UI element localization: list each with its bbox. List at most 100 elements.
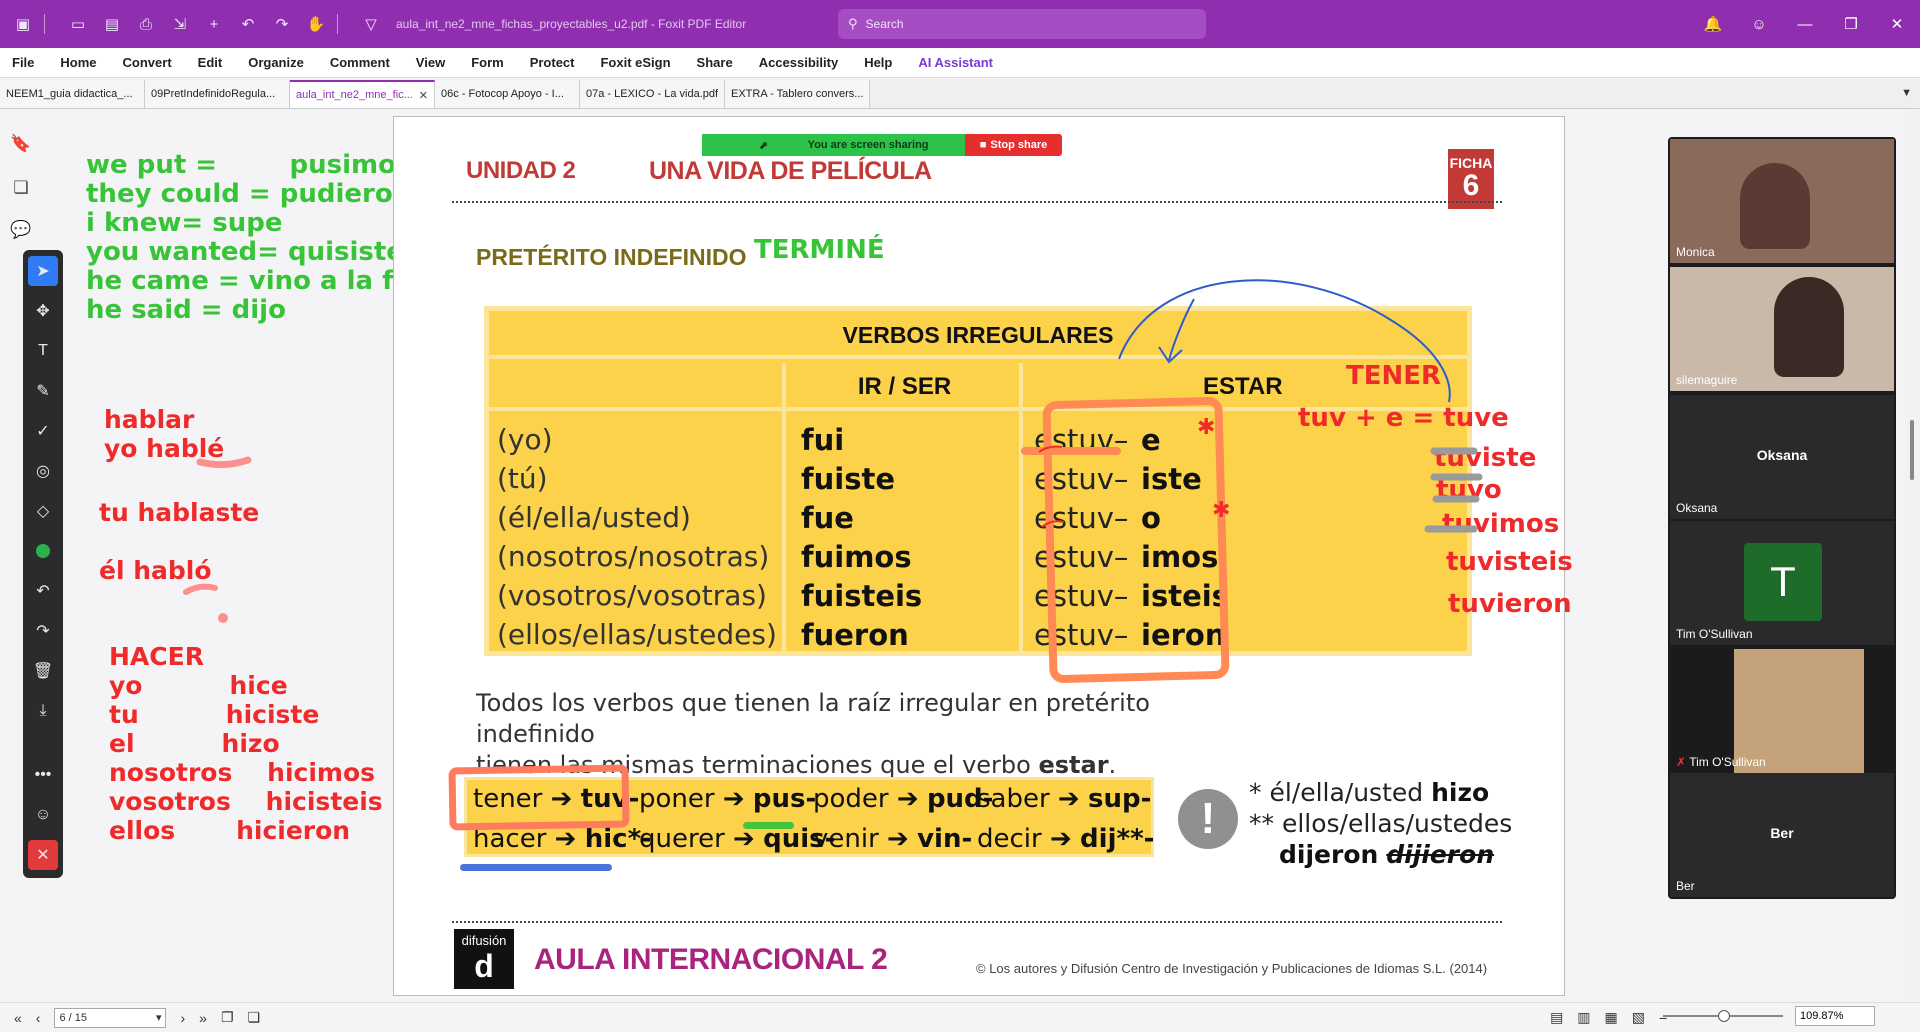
redo-icon[interactable]: ↷: [28, 616, 58, 646]
note-period: .: [1108, 751, 1117, 779]
restore-button[interactable]: ❐: [1828, 15, 1874, 33]
pen-icon[interactable]: ✎: [28, 376, 58, 406]
trash-icon[interactable]: 🗑: [28, 656, 58, 686]
account-icon[interactable]: ☺: [1736, 16, 1782, 33]
vertical-scrollbar[interactable]: [1905, 110, 1920, 1000]
menu-foxit-esign[interactable]: Foxit eSign: [600, 55, 670, 70]
tab-document[interactable]: EXTRA - Tablero convers...: [725, 80, 870, 108]
tab-document[interactable]: 09PretIndefinidoRegula...: [145, 80, 290, 108]
menu-convert[interactable]: Convert: [123, 55, 172, 70]
undo-icon[interactable]: ↶: [28, 576, 58, 606]
checkmark-icon[interactable]: ✓: [28, 416, 58, 446]
unit-label: UNIDAD 2: [466, 157, 576, 184]
menu-help[interactable]: Help: [864, 55, 892, 70]
menu-ai-assistant[interactable]: AI Assistant: [918, 55, 993, 70]
stem-poner: poner ➔ pus-: [639, 784, 817, 814]
close-tab-icon[interactable]: ✕: [419, 89, 428, 102]
annotation-tu-hablaste: tu hablaste: [99, 498, 260, 527]
mic-muted-icon: ✗: [1676, 755, 1687, 769]
annotation-tuvieron: tuvieron: [1448, 589, 1572, 619]
title-bar: ▣ ▭ ▤ ⎙ ⇲ + ↶ ↷ ✋ ▽ aula_int_ne2_mne_fic…: [0, 0, 1920, 48]
zoom-slider-thumb[interactable]: [1718, 1010, 1730, 1022]
more-icon[interactable]: •••: [28, 760, 58, 790]
menu-protect[interactable]: Protect: [530, 55, 575, 70]
minimize-button[interactable]: —: [1782, 16, 1828, 33]
pdf-page[interactable]: ⬈ You are screen sharing ■ Stop share UN…: [393, 116, 1573, 996]
participant-tile[interactable]: silemaguire: [1670, 267, 1894, 391]
menu-home[interactable]: Home: [60, 55, 96, 70]
highlight-stroke-pus: [743, 822, 794, 829]
last-page-icon[interactable]: »: [199, 1010, 207, 1026]
tab-document[interactable]: 07a - LEXICO - La vida.pdf: [580, 80, 725, 108]
zoom-level-field[interactable]: 109.87%: [1795, 1006, 1875, 1026]
ir-ser-vosotros: fuisteis: [801, 579, 923, 613]
hand-tool-icon[interactable]: ✋: [305, 13, 327, 35]
eraser-icon[interactable]: ◇: [28, 496, 58, 526]
pages-icon[interactable]: ❏: [10, 178, 32, 200]
pronoun-vosotros: (vosotros/vosotras): [497, 579, 767, 612]
page-number-field[interactable]: 6 / 15 ▾: [54, 1007, 167, 1028]
menu-share[interactable]: Share: [697, 55, 733, 70]
menu-file[interactable]: File: [12, 55, 34, 70]
tab-overflow-icon[interactable]: ▼: [1901, 87, 1912, 99]
compare-icon[interactable]: ❏: [248, 1009, 261, 1026]
open-folder-icon[interactable]: ▭: [67, 13, 89, 35]
scrollbar-thumb[interactable]: [1910, 420, 1914, 480]
export-icon[interactable]: ⇲: [169, 13, 191, 35]
tab-document[interactable]: 06c - Fotocop Apoyo - I...: [435, 80, 580, 108]
participant-tile[interactable]: T Tim O'Sullivan: [1670, 521, 1894, 645]
redo-icon[interactable]: ↷: [271, 13, 293, 35]
tab-label: NEEM1_guia didactica_...: [6, 88, 133, 100]
verb-table: VERBOS IRREGULARES IR / SER ESTAR (yo) (…: [484, 306, 1472, 656]
next-page-icon[interactable]: ›: [180, 1010, 185, 1026]
menu-comment[interactable]: Comment: [330, 55, 390, 70]
customize-dropdown-icon[interactable]: ▽: [360, 13, 382, 35]
new-document-icon[interactable]: +: [203, 13, 225, 35]
move-icon[interactable]: ✥: [28, 296, 58, 326]
annotation-tuve-formula: tuv + e = tuve: [1298, 403, 1509, 433]
comments-icon[interactable]: 💬: [10, 220, 32, 242]
undo-icon[interactable]: ↶: [237, 13, 259, 35]
single-page-view-icon[interactable]: ▤: [1550, 1009, 1563, 1026]
tab-document[interactable]: NEEM1_guia didactica_...: [0, 80, 145, 108]
stop-share-button[interactable]: ■ Stop share: [965, 134, 1062, 156]
bell-icon[interactable]: 🔔: [1690, 15, 1736, 33]
close-button[interactable]: ✕: [1874, 15, 1920, 33]
first-page-icon[interactable]: «: [14, 1010, 22, 1026]
participant-center-name: Ber: [1770, 825, 1794, 841]
close-annotation-icon[interactable]: ✕: [28, 840, 58, 870]
previous-page-icon[interactable]: ‹: [36, 1010, 41, 1026]
facing-view-icon[interactable]: ▧: [1632, 1009, 1645, 1026]
two-page-view-icon[interactable]: ▦: [1605, 1009, 1618, 1026]
zoom-out-icon[interactable]: −: [1659, 1010, 1667, 1026]
participant-tile[interactable]: Oksana Oksana: [1670, 395, 1894, 519]
continuous-view-icon[interactable]: ▥: [1577, 1009, 1590, 1026]
participant-tile[interactable]: ✗ Tim O'Sullivan: [1670, 649, 1894, 773]
highlight-box-tener: [448, 764, 630, 831]
copy-icon[interactable]: ❐: [221, 1009, 234, 1026]
spotlight-icon[interactable]: ◎: [28, 456, 58, 486]
stem-infinitive: saber: [977, 784, 1050, 814]
select-pointer-icon[interactable]: ➤: [28, 256, 58, 286]
tab-label: EXTRA - Tablero convers...: [731, 88, 864, 100]
menu-form[interactable]: Form: [471, 55, 504, 70]
color-picker-icon[interactable]: [28, 536, 58, 566]
menu-view[interactable]: View: [416, 55, 445, 70]
text-tool-icon[interactable]: T: [28, 336, 58, 366]
page-dropdown-icon[interactable]: ▾: [156, 1009, 162, 1027]
tab-document-active[interactable]: aula_int_ne2_mne_fic... ✕: [290, 80, 435, 108]
participant-tile[interactable]: Monica: [1670, 139, 1894, 263]
user-icon[interactable]: ☺: [28, 800, 58, 830]
menu-organize[interactable]: Organize: [248, 55, 304, 70]
participant-tile[interactable]: Ber Ber: [1670, 773, 1894, 897]
search-input[interactable]: ⚲ Search: [838, 9, 1206, 39]
print-icon[interactable]: ⎙: [135, 13, 157, 35]
save-icon[interactable]: ▤: [101, 13, 123, 35]
menu-accessibility[interactable]: Accessibility: [759, 55, 839, 70]
download-icon[interactable]: ⤓: [28, 696, 58, 726]
bookmark-icon[interactable]: 🔖: [10, 134, 32, 156]
participant-name: Monica: [1676, 245, 1715, 259]
column-header-ir-ser: IR / SER: [786, 363, 1023, 411]
stem-value: sup-: [1088, 784, 1152, 814]
menu-edit[interactable]: Edit: [198, 55, 223, 70]
